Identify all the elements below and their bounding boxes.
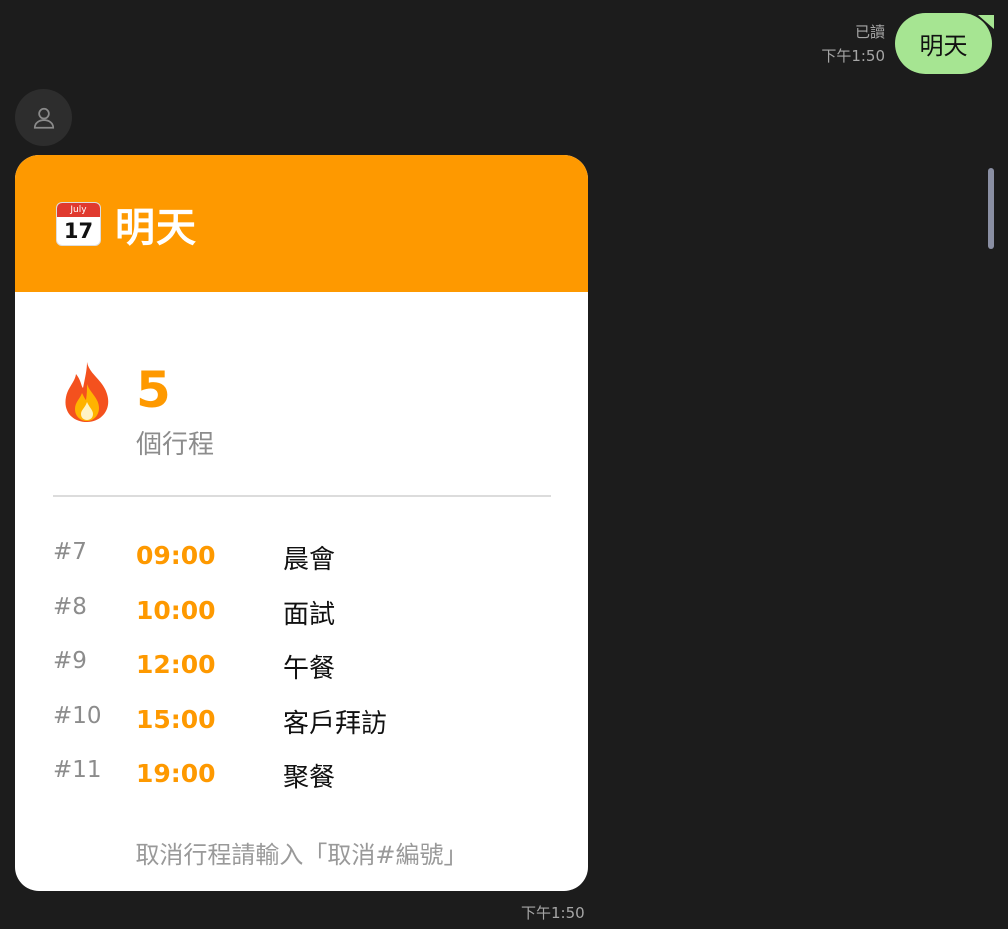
chat-room: 已讀 下午1:50 明天 July 17 明天 5 個行程 #7 09:00 晨…: [0, 0, 1008, 929]
scrollbar[interactable]: [988, 168, 994, 249]
user-icon: [33, 107, 54, 129]
outgoing-message-bubble[interactable]: 明天: [895, 13, 994, 74]
card-header: July 17 明天: [15, 155, 588, 292]
incoming-time: 下午1:50: [521, 904, 585, 922]
schedule-card[interactable]: July 17 明天 5 個行程 #7 09:00 晨會 #8 10:00 面試…: [15, 155, 588, 891]
list-item: #8 10:00 面試: [15, 590, 588, 645]
list-item: #11 19:00 聚餐: [15, 753, 588, 808]
item-name: 晨會: [283, 545, 336, 575]
item-number: #9: [53, 648, 87, 674]
item-time: 12:00: [136, 650, 216, 679]
outgoing-time: 下午1:50: [821, 47, 885, 65]
bubble-tail: [978, 15, 994, 29]
cancel-instruction: 取消行程請輸入「取消#編號」: [135, 841, 468, 869]
calendar-icon: July 17: [56, 201, 101, 246]
item-number: #7: [53, 539, 87, 565]
schedule-count-label: 個行程: [136, 430, 215, 460]
item-number: #10: [53, 702, 102, 729]
item-time: 19:00: [136, 759, 216, 788]
avatar[interactable]: [15, 89, 72, 146]
summary: 5 個行程: [15, 292, 588, 497]
outgoing-message-text: 明天: [919, 32, 968, 60]
read-status: 已讀: [854, 23, 885, 41]
item-number: #11: [53, 757, 102, 783]
item-number: #8: [53, 593, 87, 620]
schedule-list: #7 09:00 晨會 #8 10:00 面試 #9 12:00 午餐 #10 …: [15, 535, 588, 808]
item-time: 15:00: [136, 704, 216, 734]
item-time: 09:00: [136, 541, 216, 570]
fire-icon: [65, 362, 109, 422]
divider: [53, 495, 551, 497]
outgoing-meta: 已讀 下午1:50: [821, 20, 885, 68]
card-title: 明天: [115, 204, 197, 251]
calendar-month: July: [57, 202, 100, 217]
item-name: 聚餐: [283, 763, 336, 793]
calendar-day: 17: [63, 218, 94, 243]
item-name: 午餐: [283, 654, 336, 684]
item-name: 面試: [283, 599, 336, 630]
list-item: #9 12:00 午餐: [15, 644, 588, 699]
list-item: #10 15:00 客戶拜訪: [15, 699, 588, 754]
item-time: 10:00: [136, 595, 216, 625]
list-item: #7 09:00 晨會: [15, 535, 588, 590]
item-name: 客戶拜訪: [283, 708, 388, 739]
schedule-count: 5: [136, 361, 171, 419]
